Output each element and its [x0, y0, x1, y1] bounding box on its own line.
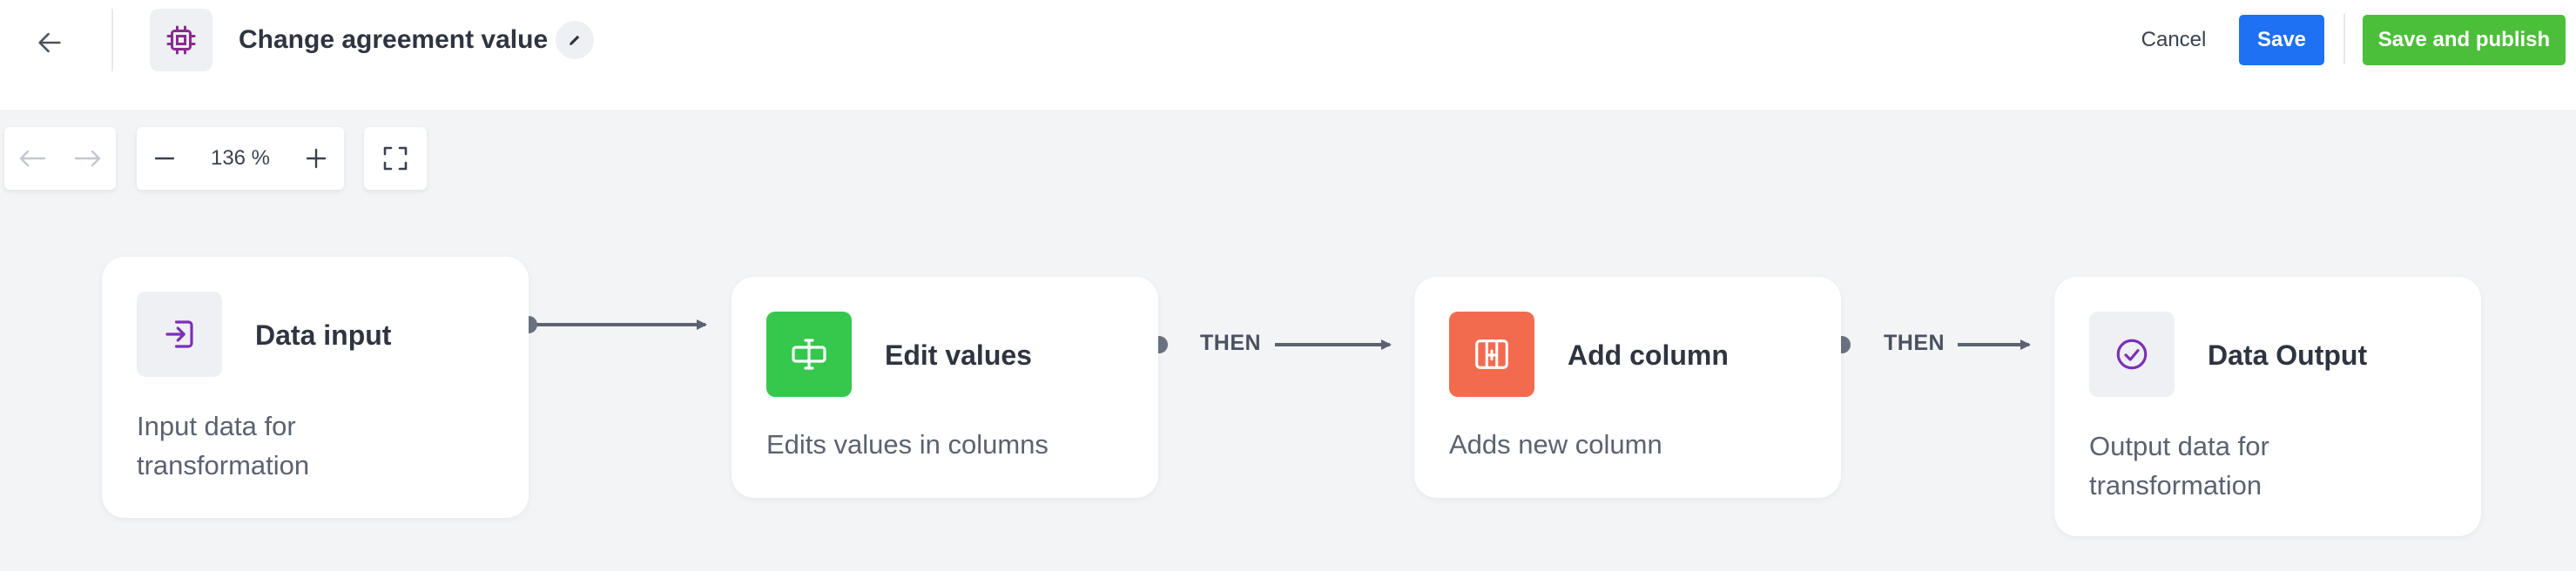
flow-node-edit-values[interactable]: Edit values Edits values in columns: [732, 277, 1158, 498]
node-description: Edits values in columns: [766, 429, 1049, 460]
node-icon-box: [1449, 312, 1534, 397]
check-circle-icon: [2116, 339, 2148, 370]
import-icon: [165, 320, 193, 348]
node-icon-box: [766, 312, 852, 397]
flow-node-data-input[interactable]: Data input Input data for transformation: [102, 257, 529, 518]
text-cursor-icon: [792, 339, 826, 370]
node-title: Data input: [255, 319, 392, 351]
node-description: Input data for transformation: [137, 411, 310, 480]
node-description: Adds new column: [1449, 429, 1662, 460]
node-icon-box: [137, 292, 222, 377]
add-column-icon: [1475, 339, 1508, 369]
connector-label: THEN: [1200, 331, 1262, 355]
flow-node-add-column[interactable]: Add column Adds new column: [1414, 277, 1841, 498]
connector-label: THEN: [1884, 331, 1945, 355]
node-title: Add column: [1568, 339, 1729, 371]
node-title: Data Output: [2208, 339, 2368, 371]
node-icon-box: [2089, 312, 2175, 397]
node-description: Output data for transformation: [2089, 431, 2269, 500]
node-title: Edit values: [885, 339, 1032, 371]
flow-node-data-output[interactable]: Data Output Output data for transformati…: [2054, 277, 2481, 536]
